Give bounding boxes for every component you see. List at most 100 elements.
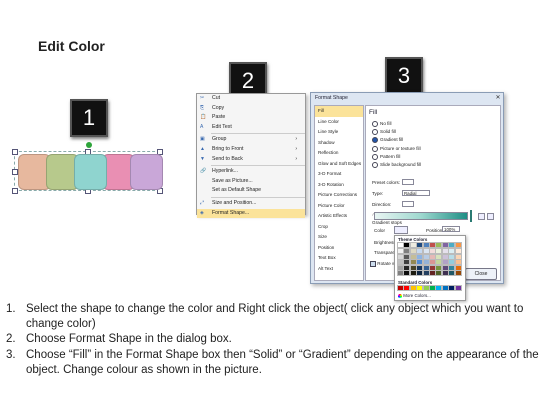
resize-handle[interactable]: [12, 149, 18, 155]
color-picker-button[interactable]: [394, 226, 408, 234]
fill-option-radio[interactable]: Pattern fill: [372, 153, 400, 160]
add-stop-button[interactable]: [478, 213, 485, 220]
color-swatch[interactable]: [416, 264, 424, 271]
dialog-nav-item[interactable]: Glow and Soft Edges: [315, 159, 363, 170]
color-swatch[interactable]: [416, 253, 424, 260]
menu-item[interactable]: ▣ Group ›: [197, 135, 305, 145]
color-swatch[interactable]: [448, 285, 456, 291]
position-input[interactable]: 100%: [442, 226, 460, 232]
color-swatch[interactable]: [422, 264, 430, 271]
color-swatch[interactable]: [448, 242, 456, 248]
color-swatch[interactable]: [441, 270, 449, 276]
dialog-nav-item[interactable]: Position: [315, 243, 363, 254]
color-swatch[interactable]: [422, 259, 430, 265]
color-swatch[interactable]: [429, 253, 436, 260]
color-swatch[interactable]: [448, 270, 456, 276]
color-swatch[interactable]: [422, 253, 430, 260]
dialog-nav-item[interactable]: Picture Corrections: [315, 190, 363, 201]
color-swatch[interactable]: [429, 259, 436, 265]
dialog-nav-item[interactable]: Artistic Effects: [315, 211, 363, 222]
dialog-nav-item[interactable]: Size: [315, 232, 363, 243]
close-button[interactable]: Close: [465, 268, 497, 280]
dialog-nav-item[interactable]: Alt Text: [315, 264, 363, 275]
color-swatch[interactable]: [435, 259, 443, 265]
color-swatch[interactable]: [397, 285, 404, 291]
color-swatch[interactable]: [448, 259, 456, 265]
color-swatch[interactable]: [416, 259, 424, 265]
color-swatch[interactable]: [435, 270, 443, 276]
color-swatch[interactable]: [409, 259, 417, 265]
color-swatch[interactable]: [429, 285, 436, 291]
color-swatch[interactable]: [397, 270, 404, 276]
color-swatch[interactable]: [397, 264, 404, 271]
dialog-nav-item[interactable]: Line Style: [315, 127, 363, 138]
color-swatch[interactable]: [409, 253, 417, 260]
menu-item[interactable]: A Edit Text: [197, 123, 305, 133]
color-swatch[interactable]: [435, 248, 443, 254]
color-swatch[interactable]: [422, 270, 430, 276]
puzzle-shape[interactable]: [130, 154, 163, 190]
color-swatch[interactable]: [403, 259, 411, 265]
puzzle-shape[interactable]: [74, 154, 107, 190]
dialog-nav-item[interactable]: 3-D Format: [315, 169, 363, 180]
dialog-nav-item[interactable]: Text Box: [315, 253, 363, 264]
menu-item[interactable]: ◈ Format Shape...: [197, 208, 305, 219]
preset-colors-dropdown[interactable]: [402, 179, 414, 185]
color-swatch[interactable]: [454, 253, 462, 260]
color-swatch[interactable]: [429, 248, 436, 254]
menu-item[interactable]: Set as Default Shape: [197, 186, 305, 196]
color-swatch[interactable]: [454, 264, 462, 271]
gradient-stops-bar[interactable]: [374, 212, 468, 220]
color-swatch[interactable]: [403, 270, 411, 276]
color-swatch[interactable]: [409, 242, 417, 248]
color-swatch[interactable]: [403, 264, 411, 271]
color-swatch[interactable]: [416, 270, 424, 276]
type-dropdown[interactable]: Radial: [402, 190, 430, 196]
fill-option-radio[interactable]: No fill: [372, 121, 392, 127]
color-swatch[interactable]: [454, 259, 462, 265]
menu-item[interactable]: ⤢ Size and Position...: [197, 199, 305, 209]
color-swatch[interactable]: [448, 253, 456, 260]
color-swatch[interactable]: [435, 285, 443, 291]
rotation-handle[interactable]: [86, 142, 92, 148]
color-swatch[interactable]: [448, 264, 456, 271]
color-swatch[interactable]: [409, 285, 417, 291]
color-swatch[interactable]: [422, 285, 430, 291]
fill-option-radio[interactable]: Picture or texture fill: [372, 145, 421, 152]
dialog-nav-item[interactable]: Line Color: [315, 117, 363, 128]
dialog-nav-item[interactable]: Crop: [315, 222, 363, 233]
dialog-nav-item[interactable]: Fill: [315, 106, 363, 117]
fill-option-radio[interactable]: Slide background fill: [372, 162, 421, 168]
gradient-stop-handle[interactable]: [470, 210, 472, 222]
color-swatch[interactable]: [429, 264, 436, 271]
dialog-nav-item[interactable]: Reflection: [315, 148, 363, 159]
color-swatch[interactable]: [454, 285, 462, 291]
color-swatch[interactable]: [435, 264, 443, 271]
fill-option-radio[interactable]: Gradient fill: [372, 137, 403, 144]
close-icon[interactable]: ✕: [495, 95, 501, 101]
color-swatch[interactable]: [409, 264, 417, 271]
shape-row[interactable]: [14, 152, 163, 192]
menu-item[interactable]: ✂ Cut: [197, 94, 305, 104]
color-swatch[interactable]: [409, 248, 417, 254]
dialog-nav-item[interactable]: Shadow: [315, 138, 363, 149]
dialog-nav-item[interactable]: 3-D Rotation: [315, 180, 363, 191]
menu-item[interactable]: ▼ Send to Back ›: [197, 155, 305, 165]
color-swatch[interactable]: [397, 248, 404, 254]
color-swatch[interactable]: [441, 264, 449, 271]
direction-dropdown[interactable]: [402, 201, 414, 207]
color-swatch[interactable]: [441, 259, 449, 265]
color-swatch[interactable]: [409, 270, 417, 276]
remove-stop-button[interactable]: [487, 213, 494, 220]
color-swatch[interactable]: [454, 270, 462, 276]
color-swatch[interactable]: [422, 242, 430, 248]
menu-item[interactable]: 🔗 Hyperlink...: [197, 167, 305, 177]
color-swatch[interactable]: [416, 248, 424, 254]
color-swatch[interactable]: [429, 270, 436, 276]
color-swatch[interactable]: [403, 253, 411, 260]
color-swatch[interactable]: [448, 248, 456, 254]
dialog-nav-item[interactable]: Picture Color: [315, 201, 363, 212]
color-swatch[interactable]: [416, 285, 424, 291]
color-swatch[interactable]: [422, 248, 430, 254]
menu-item[interactable]: 📋 Paste: [197, 113, 305, 123]
